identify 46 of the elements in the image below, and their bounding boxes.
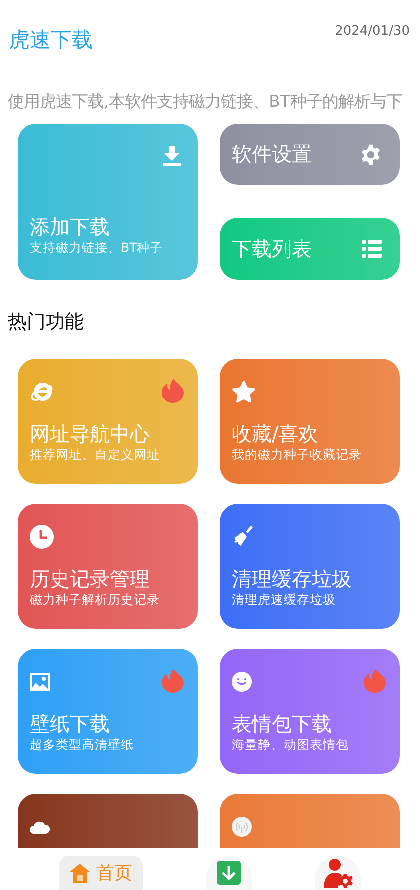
card-title: 清理缓存垃圾 bbox=[232, 566, 353, 592]
feature-card[interactable]: 表情包下载 海量静、动图表情包 bbox=[220, 649, 400, 774]
browser-icon bbox=[30, 381, 54, 403]
card-subtitle: 推荐网址、自定义网址 bbox=[30, 447, 161, 463]
card-title: 壁纸下载 bbox=[30, 711, 111, 737]
list-icon bbox=[362, 240, 382, 258]
download-list-card[interactable]: 下载列表 bbox=[220, 218, 400, 280]
card-title: 软件设置 bbox=[232, 141, 312, 168]
section-title: 热门功能 bbox=[8, 310, 85, 334]
card-title: 添加下载 bbox=[30, 214, 111, 240]
star-icon bbox=[232, 380, 256, 404]
home-icon bbox=[70, 864, 90, 882]
notice-text: 使用虎速下载,本软件支持磁力链接、BT种子的解析与下 bbox=[8, 92, 404, 111]
clock-icon bbox=[30, 525, 54, 549]
cloud-icon bbox=[30, 820, 50, 834]
add-download-card[interactable]: 添加下载 支持磁力链接、BT种子 bbox=[18, 124, 198, 280]
card-title: 历史记录管理 bbox=[30, 566, 151, 592]
feature-card[interactable]: 清理缓存垃圾 清理虎速缓存垃圾 bbox=[220, 504, 400, 629]
card-subtitle: 清理虎速缓存垃圾 bbox=[232, 592, 337, 608]
app-title: 虎速下载 bbox=[9, 27, 93, 54]
feature-card[interactable]: 网址导航中心 推荐网址、自定义网址 bbox=[18, 359, 198, 484]
download-tab[interactable] bbox=[206, 856, 252, 890]
feature-card[interactable]: 壁纸下载 超多类型高清壁纸 bbox=[18, 649, 198, 774]
download-icon bbox=[163, 146, 181, 166]
smiley-icon bbox=[232, 672, 252, 692]
card-subtitle: 支持磁力链接、BT种子 bbox=[30, 240, 164, 256]
card-title: 网址导航中心 bbox=[30, 421, 151, 447]
broom-icon bbox=[232, 526, 254, 548]
profile-tab[interactable] bbox=[314, 856, 361, 890]
feature-card[interactable]: 历史记录管理 磁力种子解析历史记录 bbox=[18, 504, 198, 629]
card-subtitle: 海量静、动图表情包 bbox=[232, 737, 350, 753]
card-subtitle: 我的磁力种子收藏记录 bbox=[232, 447, 363, 463]
card-title: 收藏/喜欢 bbox=[232, 421, 320, 447]
settings-card[interactable]: 软件设置 bbox=[220, 124, 400, 185]
image-icon bbox=[30, 673, 50, 691]
card-subtitle: 超多类型高清壁纸 bbox=[30, 737, 135, 753]
download-icon bbox=[216, 861, 241, 885]
card-title: 下载列表 bbox=[232, 236, 312, 262]
date-label: 2024/01/30 bbox=[335, 24, 410, 40]
signal-icon bbox=[232, 817, 252, 837]
feature-card[interactable]: 收藏/喜欢 我的磁力种子收藏记录 bbox=[220, 359, 400, 484]
card-title: 表情包下载 bbox=[232, 711, 333, 737]
gear-icon bbox=[360, 144, 382, 166]
user-settings-icon bbox=[322, 858, 353, 888]
home-tab[interactable]: 首页 bbox=[59, 856, 144, 890]
card-subtitle: 磁力种子解析历史记录 bbox=[30, 592, 161, 608]
